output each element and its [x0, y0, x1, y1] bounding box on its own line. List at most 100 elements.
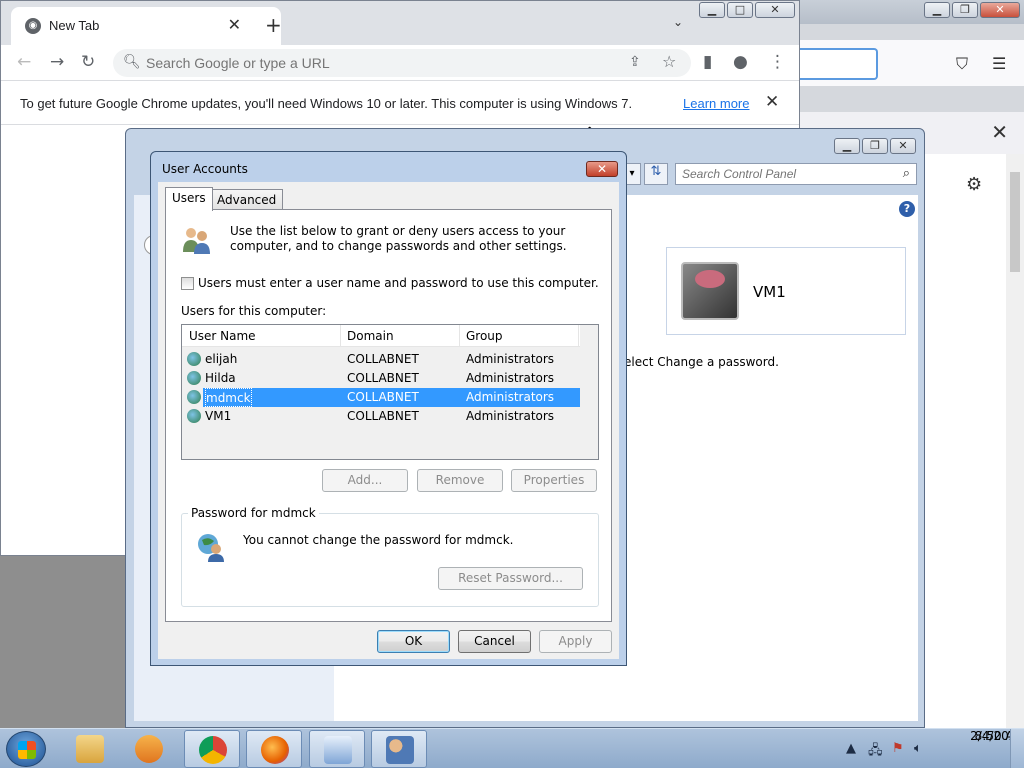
tab-close-icon[interactable]: ✕ — [228, 15, 241, 34]
taskbar: ▲ 🖧 ⚑ 🔈︎ 8:50 AM 2/4/2023 — [0, 728, 1024, 768]
infobar-close-icon[interactable]: ✕ — [765, 92, 779, 112]
menu-icon[interactable]: ☰ — [992, 54, 1006, 73]
properties-button[interactable]: Properties — [511, 469, 597, 492]
control-panel-search-input[interactable] — [682, 167, 882, 181]
media-player-icon — [135, 735, 163, 763]
refresh-icon[interactable]: ⇅ — [644, 163, 668, 185]
learn-more-link[interactable]: Learn more — [683, 96, 749, 111]
taskbar-chrome[interactable] — [184, 730, 240, 768]
scrollbar[interactable] — [1006, 154, 1024, 728]
gear-icon[interactable]: ⚙ — [966, 174, 982, 195]
taskbar-user-accounts[interactable] — [371, 730, 427, 768]
row-user-name: elijah — [205, 352, 238, 366]
row-domain: COLLABNET — [347, 409, 419, 423]
search-icon: 🔍︎ — [123, 54, 141, 70]
close-button[interactable]: ✕ — [980, 2, 1020, 18]
intro-text: Use the list below to grant or deny user… — [230, 224, 567, 253]
new-tab-button[interactable]: + — [265, 13, 282, 37]
cancel-button[interactable]: Cancel — [458, 630, 531, 653]
users-list[interactable]: User Name Domain Group elijah COLLABNET … — [181, 324, 599, 460]
require-password-checkbox[interactable] — [181, 276, 194, 290]
dialog-close-button[interactable]: ✕ — [586, 161, 618, 177]
chrome-toolbar: ← → ↻ 🔍︎ ⇪ ☆ ▮ ● ⋮ — [1, 45, 799, 81]
network-icon[interactable]: 🖧 — [868, 741, 883, 763]
apply-button[interactable]: Apply — [539, 630, 612, 653]
taskbar-control-panel[interactable] — [309, 730, 365, 768]
row-domain: COLLABNET — [347, 390, 419, 404]
dialog-body: Users Advanced Use the list below to gra… — [158, 182, 619, 659]
domain-user-icon — [187, 352, 201, 366]
pocket-icon[interactable]: ⛉ — [956, 54, 968, 74]
close-button[interactable]: ✕ — [890, 138, 916, 154]
tab-title: New Tab — [49, 18, 100, 33]
remove-user-button[interactable]: Remove — [417, 469, 503, 492]
tab-new-tab[interactable]: ◉ New Tab ✕ — [11, 7, 281, 45]
column-separator[interactable] — [578, 325, 579, 347]
taskbar-explorer[interactable] — [62, 730, 118, 768]
taskbar-media-player[interactable] — [121, 730, 177, 768]
tab-users[interactable]: Users — [165, 187, 213, 211]
users-group-icon — [183, 228, 210, 254]
bookmark-star-icon[interactable]: ☆ — [662, 52, 676, 71]
scrollbar-thumb[interactable] — [1010, 172, 1020, 272]
dialog-title: User Accounts — [162, 162, 248, 176]
password-group-label: Password for mdmck — [188, 506, 319, 520]
user-picture[interactable] — [681, 262, 739, 320]
require-password-row: Users must enter a user name and passwor… — [181, 276, 599, 290]
control-panel-icon — [324, 736, 352, 764]
tab-search-chevron-icon[interactable]: ⌄ — [673, 15, 683, 29]
minimize-button[interactable]: ▁ — [924, 2, 950, 18]
start-button[interactable] — [6, 731, 46, 767]
user-account-name: VM1 — [753, 283, 786, 301]
ok-button[interactable]: OK — [377, 630, 450, 653]
user-accounts-dialog: User Accounts ✕ Users Advanced Use the l… — [150, 151, 627, 666]
help-icon[interactable]: ? — [899, 201, 915, 217]
row-user-name: mdmck — [205, 388, 252, 407]
folder-icon — [76, 735, 104, 763]
share-icon[interactable]: ⇪ — [629, 54, 641, 70]
omnibox-input[interactable] — [146, 53, 596, 73]
control-panel-search[interactable]: ⌕ — [675, 163, 917, 185]
action-center-flag-icon[interactable]: ⚑ — [892, 741, 904, 756]
forward-icon[interactable]: → — [50, 52, 64, 72]
close-icon[interactable]: ✕ — [991, 120, 1008, 144]
row-domain: COLLABNET — [347, 352, 419, 366]
tab-strip: ◉ New Tab ✕ + ⌄ ▁ □ ✕ — [1, 1, 799, 45]
table-row[interactable]: elijah COLLABNET Administrators — [182, 350, 580, 369]
password-groupbox: Password for mdmck You cannot change the… — [181, 506, 599, 607]
row-group: Administrators — [466, 371, 555, 385]
back-icon[interactable]: ← — [17, 52, 31, 72]
reload-icon[interactable]: ↻ — [81, 52, 95, 72]
minimize-button[interactable]: ▁ — [834, 138, 860, 154]
taskbar-firefox[interactable] — [246, 730, 302, 768]
column-separator[interactable] — [459, 325, 460, 347]
tab-advanced[interactable]: Advanced — [210, 189, 284, 210]
column-group[interactable]: Group — [466, 329, 503, 343]
table-row[interactable]: Hilda COLLABNET Administrators — [182, 369, 580, 388]
maximize-button[interactable]: □ — [727, 2, 753, 18]
add-user-button[interactable]: Add... — [322, 469, 408, 492]
table-row-selected[interactable]: mdmck COLLABNET Administrators — [203, 388, 580, 407]
infobar-message: To get future Google Chrome updates, you… — [20, 96, 633, 111]
volume-icon[interactable]: 🔈︎ — [914, 741, 922, 756]
chrome-caption-buttons: ▁ □ ✕ — [699, 2, 795, 18]
kebab-menu-icon[interactable]: ⋮ — [769, 52, 786, 72]
background-url-field[interactable] — [800, 48, 878, 80]
row-group: Administrators — [466, 390, 555, 404]
profile-avatar-icon[interactable]: ● — [733, 52, 748, 72]
column-user-name[interactable]: User Name — [189, 329, 256, 343]
restore-button[interactable]: ❐ — [952, 2, 978, 18]
show-hidden-icons-chevron-icon[interactable]: ▲ — [846, 741, 856, 756]
table-row[interactable]: VM1 COLLABNET Administrators — [182, 407, 580, 426]
show-desktop-button[interactable] — [1010, 729, 1024, 768]
column-separator[interactable] — [340, 325, 341, 347]
side-panel-icon[interactable]: ▮ — [703, 52, 712, 72]
users-tab-panel: Use the list below to grant or deny user… — [165, 209, 612, 622]
reset-password-button[interactable]: Reset Password... — [438, 567, 583, 590]
restore-button[interactable]: ❐ — [862, 138, 888, 154]
omnibox[interactable]: 🔍︎ ⇪ ☆ — [113, 49, 691, 77]
chrome-icon: ◉ — [25, 18, 41, 34]
column-domain[interactable]: Domain — [347, 329, 394, 343]
close-button[interactable]: ✕ — [755, 2, 795, 18]
minimize-button[interactable]: ▁ — [699, 2, 725, 18]
